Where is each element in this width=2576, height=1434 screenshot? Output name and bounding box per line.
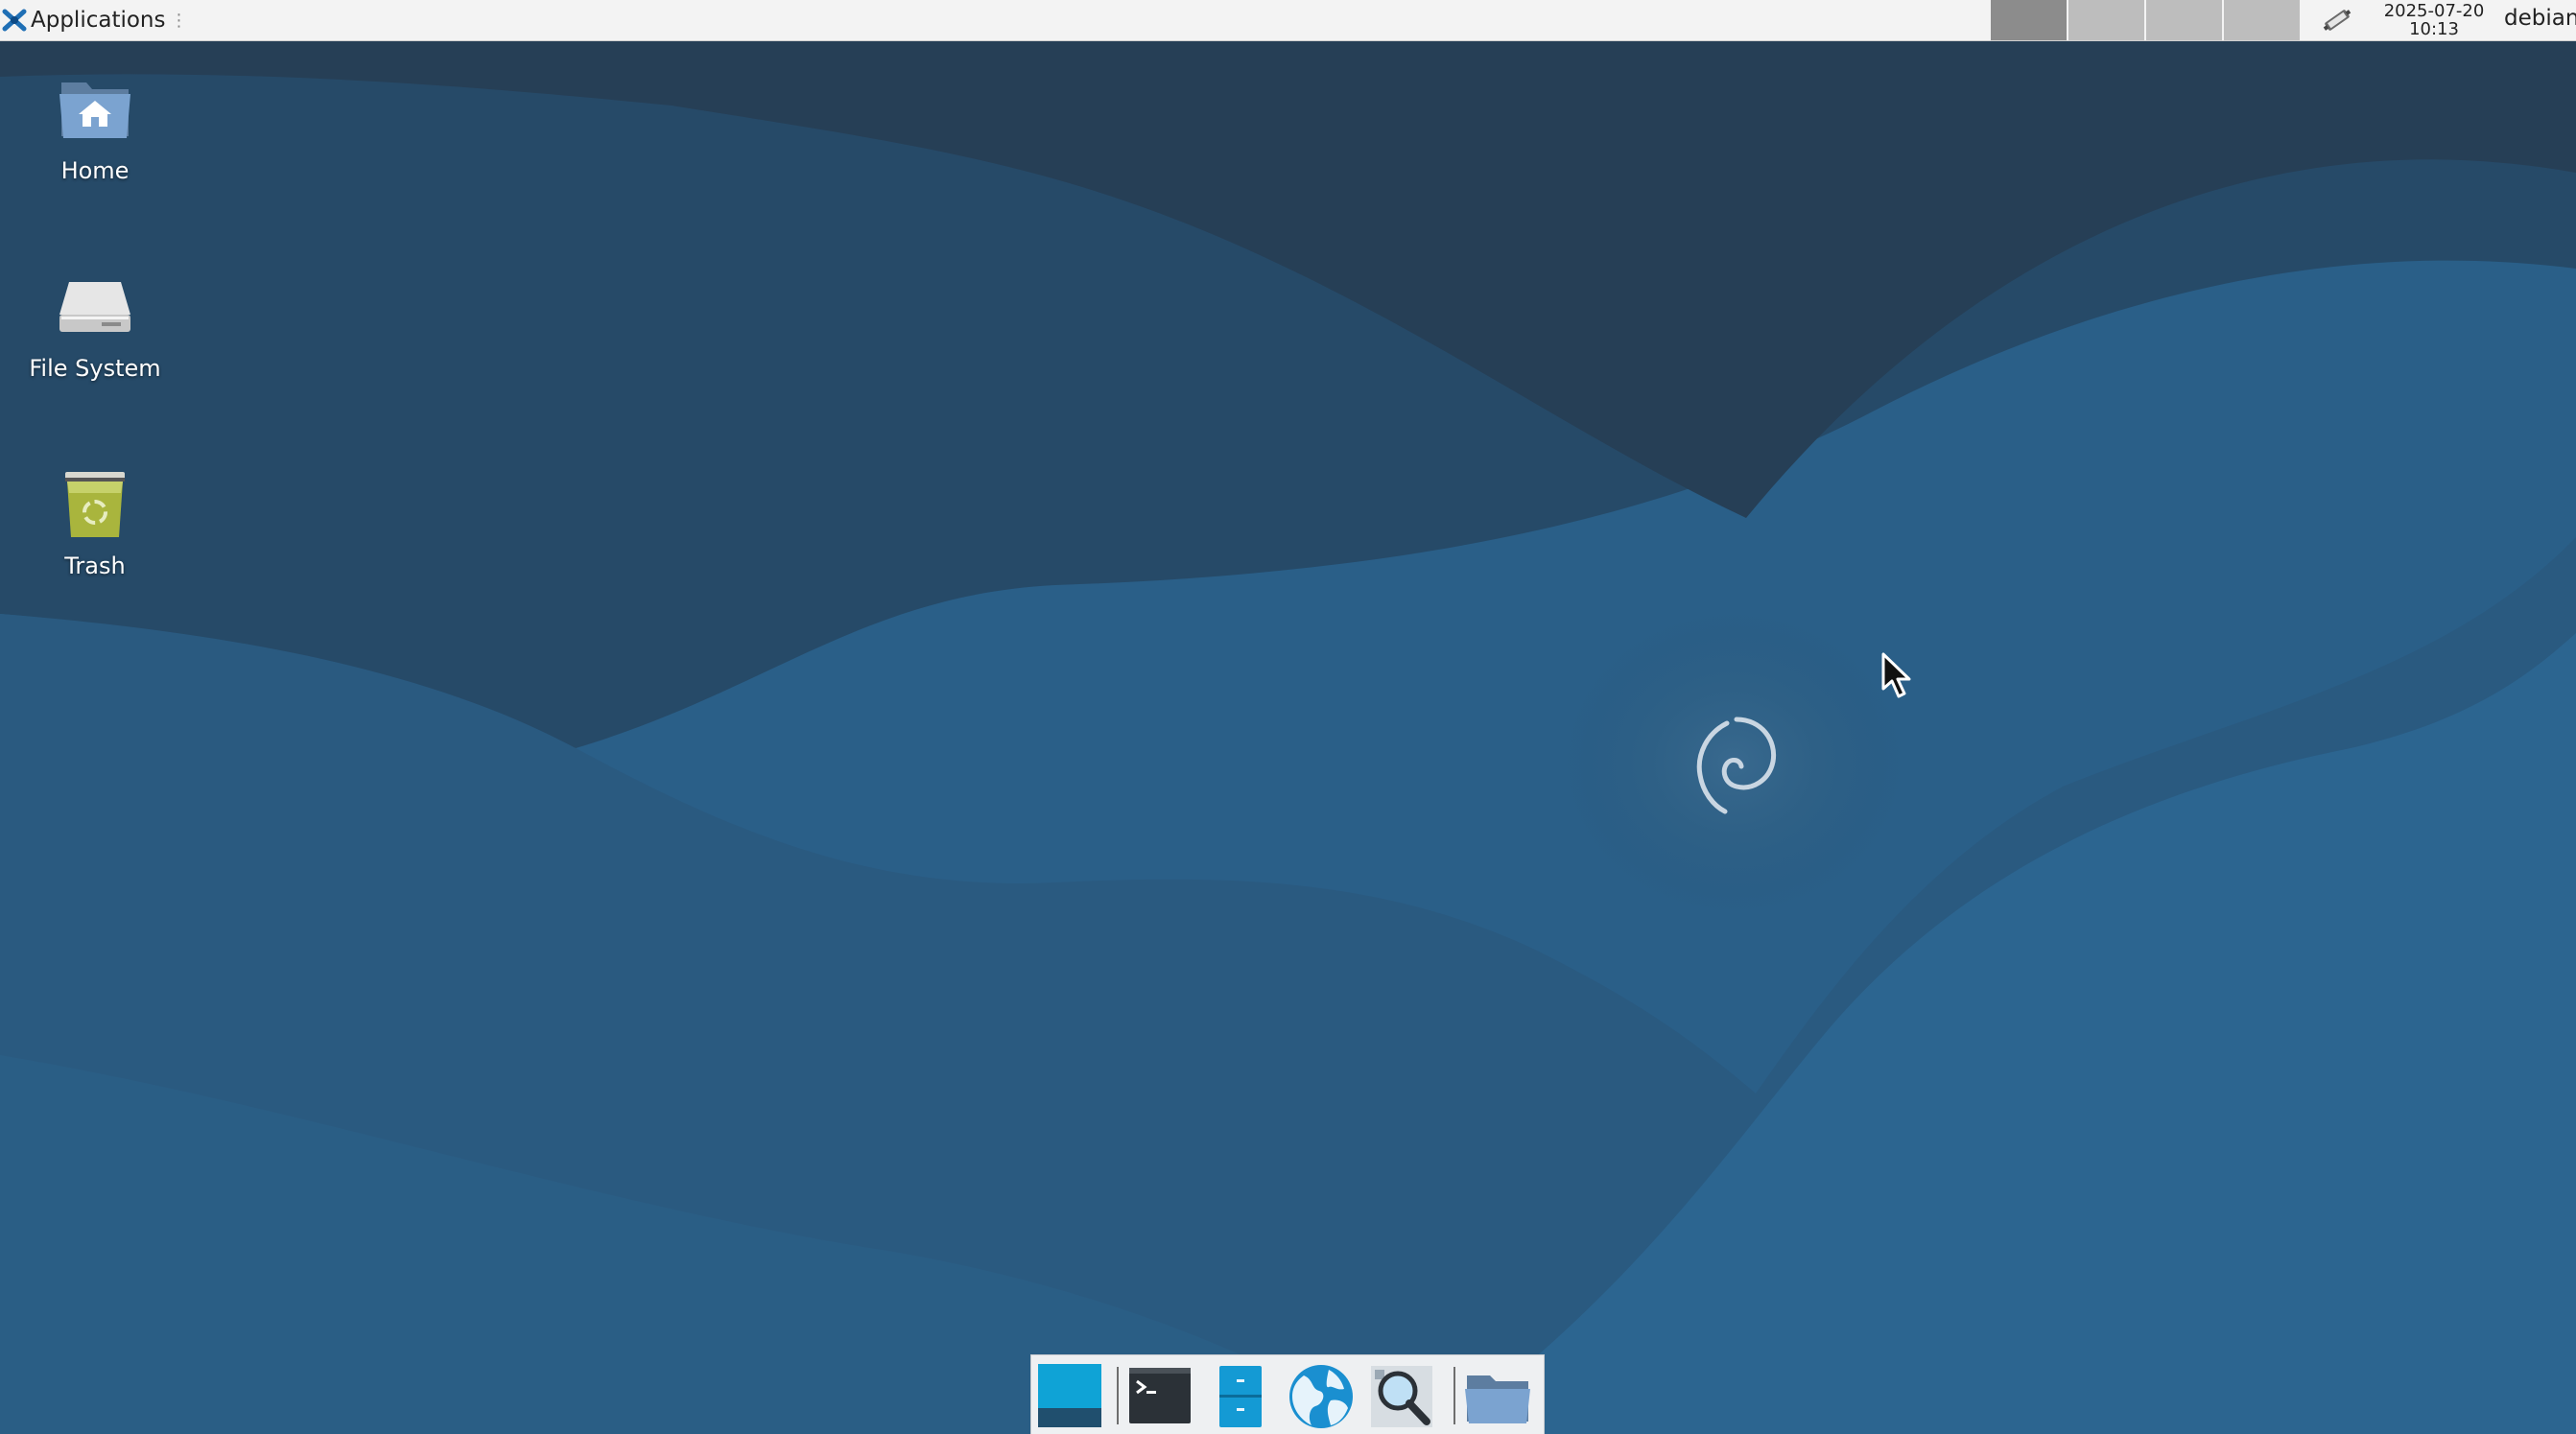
clock-time: 10:13 bbox=[2409, 19, 2459, 39]
xfce-logo-icon bbox=[2, 9, 27, 32]
dock-app-finder-button[interactable] bbox=[1367, 1362, 1436, 1431]
workspace-3[interactable] bbox=[2146, 0, 2222, 40]
wallpaper bbox=[0, 0, 2576, 1434]
workspace-1[interactable] bbox=[1991, 0, 2067, 40]
dock-show-desktop-button[interactable] bbox=[1035, 1362, 1104, 1431]
file-manager-icon bbox=[1219, 1366, 1262, 1427]
search-icon bbox=[1371, 1366, 1432, 1427]
dock-file-manager-button[interactable] bbox=[1206, 1362, 1275, 1431]
debian-swirl-logo bbox=[1696, 717, 1777, 814]
mouse-pointer-icon bbox=[1881, 652, 1911, 698]
desktop-icon-label: Home bbox=[60, 157, 130, 184]
dock-web-browser-button[interactable] bbox=[1287, 1362, 1356, 1431]
bottom-dock bbox=[1030, 1354, 1545, 1434]
terminal-icon bbox=[1129, 1368, 1191, 1423]
dock-terminal-button[interactable] bbox=[1125, 1362, 1194, 1431]
dock-folder-button[interactable] bbox=[1463, 1362, 1532, 1431]
desktop-icon-label: Trash bbox=[64, 552, 126, 579]
workspace-switcher[interactable] bbox=[1991, 0, 2302, 40]
dock-separator bbox=[1117, 1367, 1119, 1424]
home-folder-icon bbox=[59, 82, 130, 138]
network-tray-icon[interactable] bbox=[2320, 3, 2354, 37]
desktop-icon-label: File System bbox=[29, 355, 161, 382]
desktop-icon-file-system[interactable]: File System bbox=[9, 267, 181, 382]
desktop-icon-trash[interactable]: Trash bbox=[9, 464, 181, 579]
desktop[interactable]: Applications ⋮ 2025-07-20 10:13 debian H… bbox=[0, 0, 2576, 1434]
clock[interactable]: 2025-07-20 10:13 bbox=[2374, 0, 2494, 40]
trash-icon bbox=[65, 472, 125, 537]
workspace-4[interactable] bbox=[2224, 0, 2300, 40]
applications-menu-button[interactable]: Applications ⋮ bbox=[0, 0, 196, 40]
folder-icon bbox=[1465, 1375, 1530, 1423]
clock-date: 2025-07-20 bbox=[2383, 1, 2485, 21]
web-browser-icon bbox=[1289, 1365, 1353, 1428]
applications-menu-label: Applications bbox=[31, 8, 166, 33]
drive-icon bbox=[59, 282, 130, 332]
top-panel: Applications ⋮ 2025-07-20 10:13 debian bbox=[0, 0, 2576, 41]
user-menu[interactable]: debian bbox=[2504, 0, 2576, 40]
desktop-icon-home[interactable]: Home bbox=[9, 69, 181, 184]
show-desktop-icon bbox=[1038, 1364, 1101, 1427]
panel-grip-icon: ⋮ bbox=[170, 10, 188, 31]
dock-separator bbox=[1453, 1367, 1455, 1424]
workspace-2[interactable] bbox=[2068, 0, 2144, 40]
